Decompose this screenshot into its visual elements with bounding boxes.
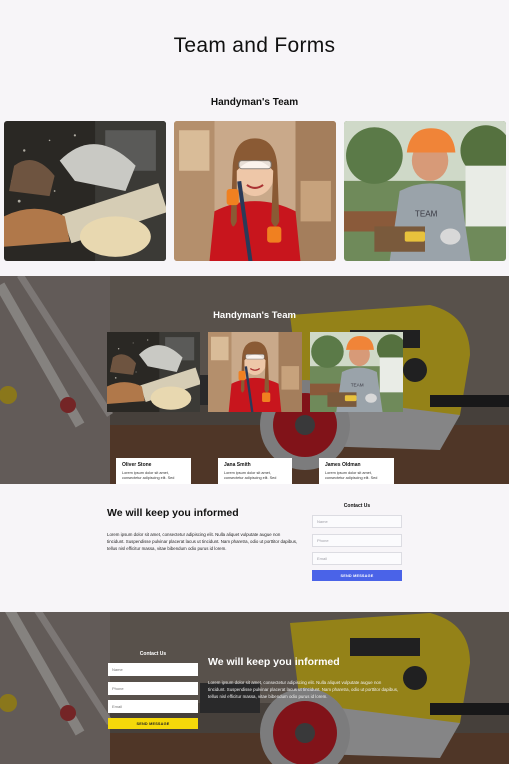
hero-inform-text: Lorem ipsum dolor sit amet, consectetur … bbox=[208, 680, 399, 699]
team-section-title: Handyman's Team bbox=[210, 97, 299, 108]
hero-inform-section: Contact Us SEND MESSAGE We will keep you… bbox=[0, 612, 509, 764]
hero-inform-title: We will keep you informed bbox=[208, 656, 340, 668]
hero-contact-form-title: Contact Us bbox=[139, 651, 167, 657]
member-name: James Oldman bbox=[325, 462, 361, 468]
hero-worker-orange-helmet-photo bbox=[310, 332, 403, 412]
worker-orange-helmet-photo bbox=[344, 121, 506, 261]
member-text: Lorem ipsum dolor sit amet, consectetur … bbox=[122, 471, 175, 480]
hero-woman-with-goggles-photo bbox=[208, 332, 302, 412]
hero-email-field[interactable] bbox=[108, 700, 198, 713]
worker-sawing-photo bbox=[4, 121, 166, 261]
member-name: Oliver Stone bbox=[122, 462, 152, 468]
phone-field[interactable] bbox=[312, 534, 402, 547]
hero-team-section: Handyman's Team Oliver Stone Lorem ipsum… bbox=[0, 276, 509, 484]
hero-worker-sawing-photo bbox=[107, 332, 200, 412]
member-text: Lorem ipsum dolor sit amet, consectetur … bbox=[325, 471, 378, 480]
inform-title: We will keep you informed bbox=[107, 507, 239, 519]
member-name: Jana Smith bbox=[224, 462, 251, 468]
email-field[interactable] bbox=[312, 552, 402, 565]
member-card-oliver-stone: Oliver Stone Lorem ipsum dolor sit amet,… bbox=[116, 458, 191, 484]
inform-text: Lorem ipsum dolor sit amet, consectetur … bbox=[107, 532, 298, 551]
member-card-james-oldman: James Oldman Lorem ipsum dolor sit amet,… bbox=[319, 458, 394, 484]
woman-with-goggles-photo bbox=[174, 121, 336, 261]
send-message-button[interactable]: SEND MESSAGE bbox=[312, 570, 402, 581]
member-card-jana-smith: Jana Smith Lorem ipsum dolor sit amet, c… bbox=[218, 458, 292, 484]
hero-phone-field[interactable] bbox=[108, 682, 198, 695]
hero-team-title: Handyman's Team bbox=[213, 310, 296, 321]
member-text: Lorem ipsum dolor sit amet, consectetur … bbox=[224, 471, 277, 480]
name-field[interactable] bbox=[312, 515, 402, 528]
hero-send-message-button[interactable]: SEND MESSAGE bbox=[108, 718, 198, 729]
contact-form-title: Contact Us bbox=[343, 503, 371, 509]
hero-name-field[interactable] bbox=[108, 663, 198, 676]
page-title: Team and Forms bbox=[173, 34, 336, 57]
